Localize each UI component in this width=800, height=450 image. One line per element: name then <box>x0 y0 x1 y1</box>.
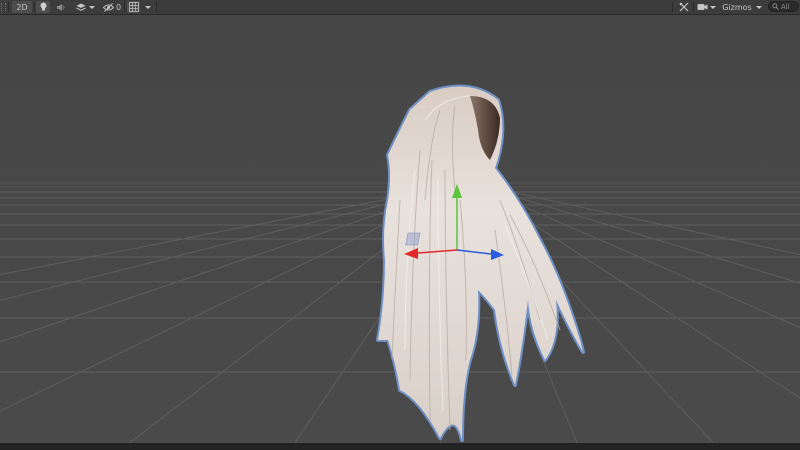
hidden-object-count: 0 <box>115 2 122 12</box>
search-filter-label: All <box>781 2 790 11</box>
search-icon <box>772 3 779 10</box>
grid-toggle-button[interactable] <box>127 1 140 13</box>
2d-mode-label: 2D <box>16 2 28 12</box>
gizmos-dropdown-button[interactable]: Gizmos <box>718 1 766 13</box>
2d-mode-toggle[interactable]: 2D <box>12 1 32 13</box>
gizmos-label: Gizmos <box>722 2 752 12</box>
scene-view-toolbar: 2D 0 Gizmos All <box>0 0 800 15</box>
toolbar-divider <box>8 2 9 12</box>
scene-viewport[interactable] <box>0 15 800 443</box>
effects-dropdown-button[interactable] <box>72 1 98 13</box>
hidden-objects-toggle[interactable]: 0 <box>102 1 122 13</box>
chevron-down-icon <box>145 5 151 9</box>
audio-toggle-button[interactable] <box>54 1 68 13</box>
tools-icon <box>679 2 689 12</box>
toolbar-divider <box>672 2 673 12</box>
chevron-down-icon <box>709 5 716 9</box>
camera-settings-button[interactable] <box>696 1 716 13</box>
toolbar-divider <box>156 2 157 12</box>
scene-bottom-edge <box>0 443 800 450</box>
scene-search-input[interactable]: All <box>768 1 799 12</box>
tools-toggle-button[interactable] <box>676 1 692 13</box>
gizmo-plane-handle[interactable] <box>405 232 421 246</box>
grid-options-dropdown[interactable] <box>142 1 154 13</box>
lighting-toggle-button[interactable] <box>36 1 50 13</box>
toolbar-divider <box>34 2 35 12</box>
camera-icon <box>697 4 707 10</box>
toolbar-drag-handle[interactable] <box>0 1 6 13</box>
grid-icon <box>128 2 139 12</box>
chevron-down-icon <box>755 5 762 9</box>
toolbar-divider <box>124 2 125 12</box>
chevron-down-icon <box>88 5 95 9</box>
toolbar-divider <box>693 2 694 12</box>
speaker-icon <box>57 3 65 11</box>
lightbulb-icon <box>40 2 46 11</box>
eye-slash-icon <box>102 2 114 12</box>
layers-icon <box>75 3 86 11</box>
